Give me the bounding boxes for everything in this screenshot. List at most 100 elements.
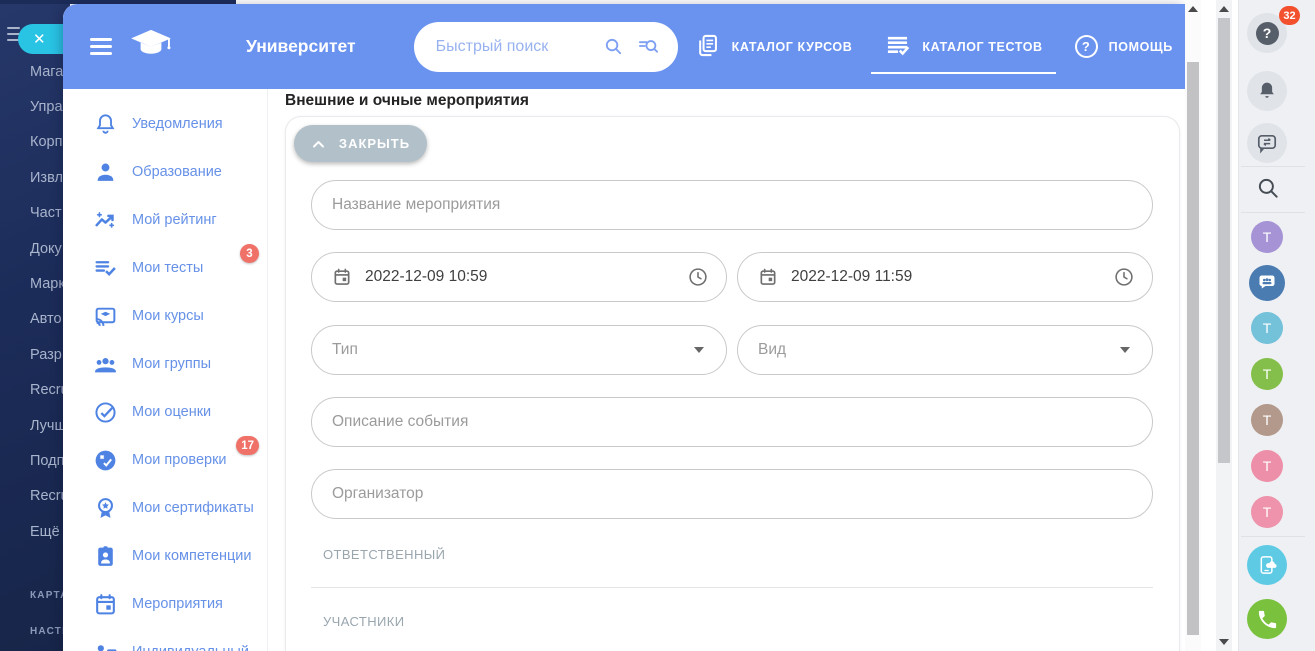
avatar-initial: Т [1263, 412, 1272, 428]
quick-search[interactable] [414, 22, 678, 72]
group-icon [93, 352, 118, 377]
mobile-app-button[interactable] [1247, 545, 1287, 585]
organizer-field[interactable] [311, 469, 1153, 519]
end-datetime-input[interactable] [778, 268, 1113, 286]
scroll-up-arrow[interactable] [1188, 6, 1198, 12]
collapse-button[interactable]: ЗАКРЫТЬ [294, 125, 427, 162]
app-header: Университет [63, 4, 1185, 89]
calendar-icon[interactable] [332, 267, 352, 287]
calendar-icon[interactable] [758, 267, 778, 287]
description-input[interactable] [312, 413, 1152, 431]
event-form-card: ЗАКРЫТЬ [285, 116, 1180, 651]
avatar-initial: Т [1263, 320, 1272, 336]
chat-avatar[interactable]: Т [1251, 404, 1283, 436]
event-name-input[interactable] [312, 196, 1152, 214]
chat-avatar[interactable]: Т [1251, 221, 1283, 253]
sidebar-item-events[interactable]: Мероприятия [63, 580, 267, 628]
clock-icon[interactable] [687, 266, 709, 288]
nav-help[interactable]: ? ПОМОЩЬ [1059, 4, 1185, 89]
person-arrow-icon [93, 640, 118, 651]
search-icon[interactable] [602, 35, 625, 58]
sidebar-item-my-tests[interactable]: Мои тесты 3 [63, 244, 267, 292]
sidebar-item-notifications[interactable]: Уведомления [63, 100, 267, 148]
kind-select-value: Вид [758, 341, 786, 359]
chat-avatar[interactable]: Т [1251, 358, 1283, 390]
person-icon [93, 160, 118, 185]
sidebar-label: Индивидуальный [132, 644, 249, 651]
nav-course-catalog[interactable]: КАТАЛОГ КУРСОВ [678, 4, 869, 89]
sidebar-label: Мои группы [132, 356, 211, 372]
tests-badge: 3 [240, 244, 259, 263]
sidebar-label: Мои тесты [132, 260, 203, 276]
sidebar-item-my-rating[interactable]: Мой рейтинг [63, 196, 267, 244]
course-cast-icon [93, 304, 118, 329]
help-widget-button[interactable]: ? 32 [1247, 13, 1287, 53]
nav-label: КАТАЛОГ ТЕСТОВ [922, 40, 1042, 54]
advanced-search-icon[interactable] [637, 35, 660, 58]
avatar-initial: Т [1263, 229, 1272, 245]
sidebar-item-my-groups[interactable]: Мои группы [63, 340, 267, 388]
dialog-widget-button[interactable] [1247, 123, 1287, 163]
list-check-icon [93, 256, 118, 281]
start-datetime-input[interactable] [352, 268, 687, 286]
end-datetime-field[interactable] [737, 252, 1153, 302]
call-button[interactable] [1247, 599, 1287, 639]
sidebar-item-individual-plan[interactable]: Индивидуальный [63, 628, 267, 651]
description-field[interactable] [311, 397, 1153, 447]
participants-section-label: УЧАСТНИКИ [323, 614, 1153, 629]
search-input[interactable] [436, 38, 590, 56]
list-check-icon [884, 32, 911, 62]
scrollbar-thumb[interactable] [1187, 62, 1199, 635]
section-divider [311, 587, 1153, 588]
sidebar-label: Мои компетенции [132, 548, 251, 564]
kind-select[interactable]: Вид [737, 325, 1153, 375]
chat-avatar[interactable]: Т [1251, 450, 1283, 482]
sidebar-item-my-grades[interactable]: Мои оценки [63, 388, 267, 436]
nav-label: ПОМОЩЬ [1109, 40, 1173, 54]
chevron-down-icon [694, 347, 704, 353]
back-navigation-rail: Мага Упра Корп Извл Част Доку Марк Авто … [0, 0, 70, 651]
help-icon: ? [1075, 35, 1098, 58]
sidebar-label: Мероприятия [132, 596, 223, 612]
rail-divider [1241, 166, 1305, 167]
sidebar-label: Уведомления [132, 116, 223, 132]
type-select[interactable]: Тип [311, 325, 727, 375]
avatar-initial: Т [1263, 458, 1272, 474]
clock-icon[interactable] [1113, 266, 1135, 288]
sidebar-item-education[interactable]: Образование [63, 148, 267, 196]
organizer-input[interactable] [312, 485, 1152, 503]
app-title: Университет [246, 36, 356, 57]
rail-search-icon[interactable] [1255, 175, 1281, 201]
bell-icon [1256, 80, 1278, 102]
scroll-down-arrow[interactable] [1219, 639, 1229, 645]
group-chat-avatar[interactable] [1249, 265, 1285, 301]
hamburger-menu-icon[interactable] [90, 34, 112, 59]
type-select-value: Тип [332, 341, 358, 359]
right-widget-rail: ? 32 Т [1238, 0, 1315, 651]
scroll-up-arrow[interactable] [1219, 6, 1229, 12]
start-datetime-field[interactable] [311, 252, 727, 302]
chat-avatar[interactable]: Т [1251, 496, 1283, 528]
collapse-label: ЗАКРЫТЬ [339, 136, 410, 151]
award-icon [93, 496, 118, 521]
avatar-initial: Т [1263, 504, 1272, 520]
nav-test-catalog[interactable]: КАТАЛОГ ТЕСТОВ [868, 4, 1058, 89]
sidebar-item-my-reviews[interactable]: Мои проверки 17 [63, 436, 267, 484]
notifications-widget-button[interactable] [1247, 71, 1287, 111]
scrollbar-thumb[interactable] [1218, 18, 1230, 463]
chat-avatar[interactable]: Т [1251, 312, 1283, 344]
sidebar-item-my-certificates[interactable]: Мои сертификаты [63, 484, 267, 532]
event-name-field[interactable] [311, 180, 1153, 230]
sidebar-label: Образование [132, 164, 222, 180]
content-area: Внешние и очные мероприятия ЗАКРЫТЬ [268, 89, 1185, 651]
documents-icon [694, 32, 721, 62]
event-form: Тип Вид [311, 180, 1153, 629]
content-scrollbar[interactable] [1185, 0, 1201, 651]
sidebar-item-my-competencies[interactable]: Мои компетенции [63, 532, 267, 580]
sidebar-item-my-courses[interactable]: Мои курсы [63, 292, 267, 340]
university-logo-icon[interactable] [128, 27, 174, 66]
page-scrollbar[interactable] [1216, 0, 1232, 651]
help-badge: 32 [1279, 6, 1300, 25]
group-chat-icon [1255, 271, 1279, 295]
header-nav: КАТАЛОГ КУРСОВ КАТАЛОГ ТЕСТОВ ? ПОМОЩЬ [678, 4, 1185, 89]
